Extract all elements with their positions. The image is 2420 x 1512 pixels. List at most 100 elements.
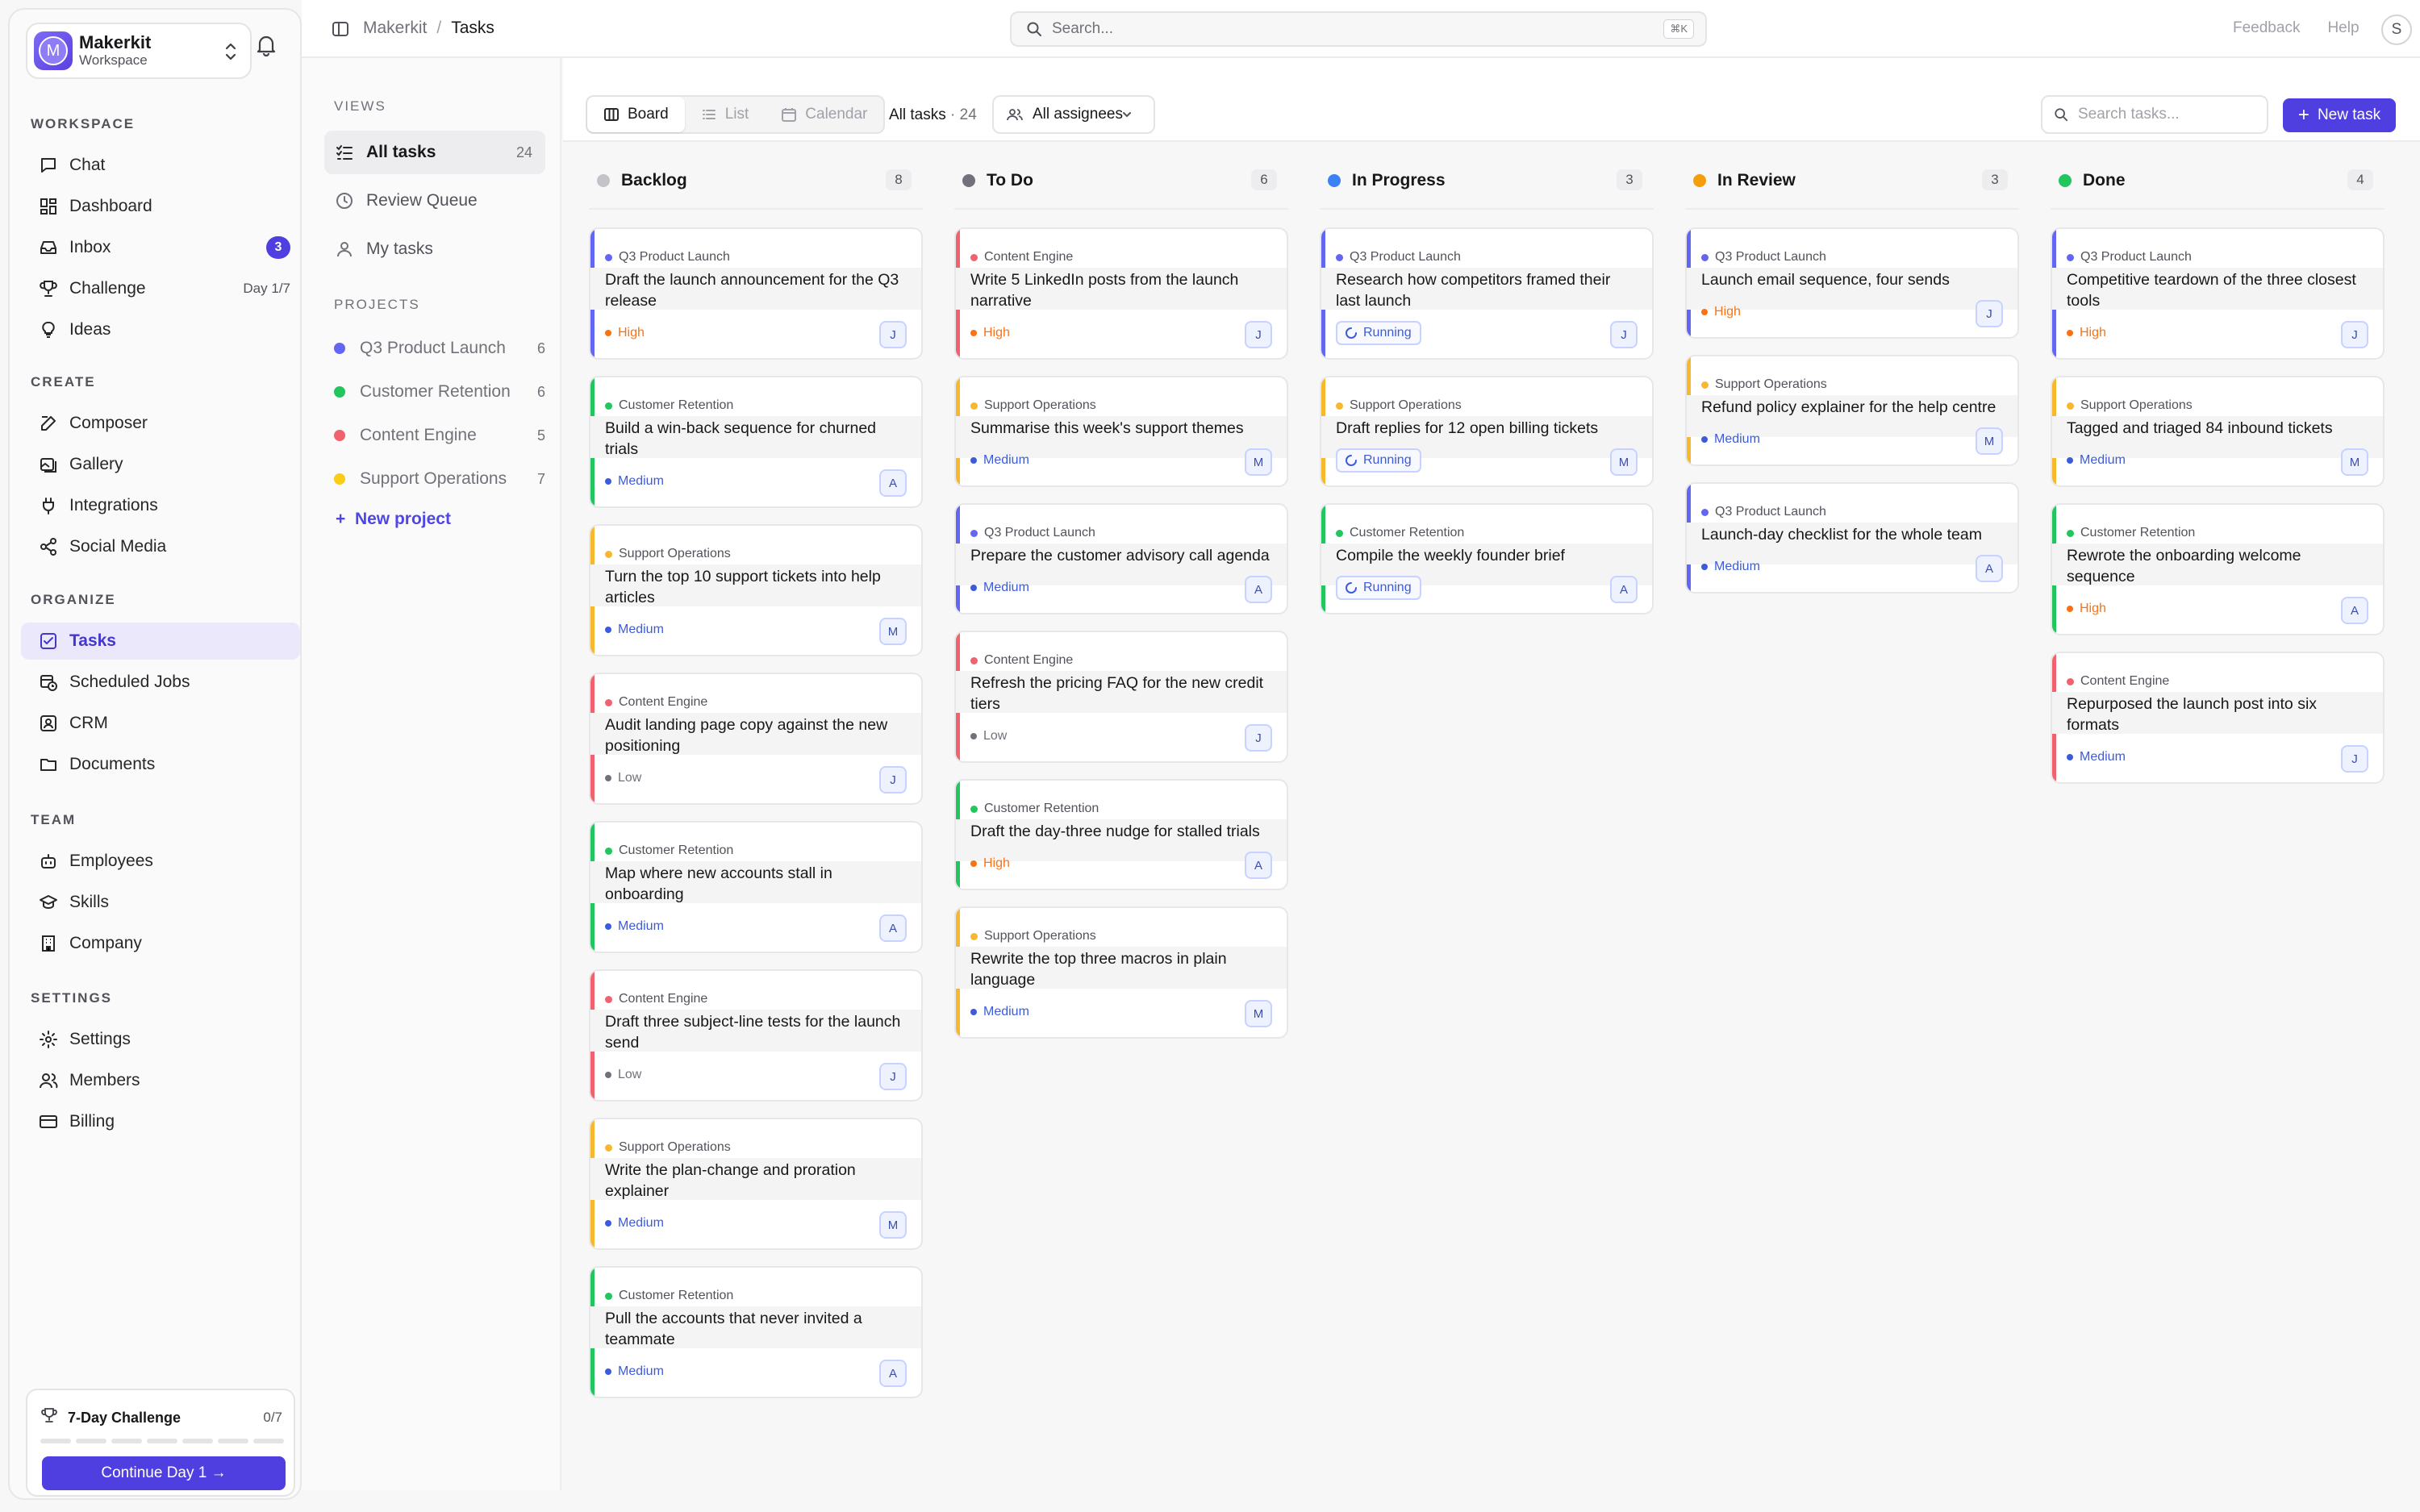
task-search-input[interactable]: Search tasks...	[2041, 95, 2268, 134]
continue-challenge-button[interactable]: Continue Day 1 →	[42, 1456, 286, 1490]
assignee-avatar[interactable]: J	[879, 321, 907, 348]
assignee-filter[interactable]: All assignees	[992, 95, 1155, 134]
task-card[interactable]: Customer Retention Map where new account…	[589, 821, 923, 953]
task-card[interactable]: Support Operations Turn the top 10 suppo…	[589, 524, 923, 656]
column-header: Done 4	[2051, 153, 2385, 210]
bell-icon[interactable]	[256, 34, 277, 56]
view-my-tasks[interactable]: My tasks	[324, 227, 545, 271]
task-card[interactable]: Customer Retention Rewrote the onboardin…	[2051, 503, 2385, 635]
task-card[interactable]: Content Engine Write 5 LinkedIn posts fr…	[954, 227, 1288, 360]
assignee-avatar[interactable]: A	[879, 914, 907, 942]
nav-section-title: TEAM	[31, 812, 77, 827]
assignee-avatar[interactable]: A	[879, 1360, 907, 1387]
gallery-icon	[40, 458, 56, 473]
view-review-queue[interactable]: Review Queue	[324, 179, 545, 223]
task-card[interactable]: Content Engine Refresh the pricing FAQ f…	[954, 631, 1288, 763]
task-card[interactable]: Support Operations Summarise this week's…	[954, 376, 1288, 487]
project-item[interactable]: Q3 Product Launch 6	[334, 332, 545, 364]
assignee-avatar[interactable]: A	[1245, 576, 1272, 603]
task-card[interactable]: Q3 Product Launch Prepare the customer a…	[954, 503, 1288, 614]
sidebar-item-gallery[interactable]: Gallery	[21, 446, 300, 483]
sidebar-item-employees[interactable]: Employees	[21, 843, 300, 880]
sidebar-item-members[interactable]: Members	[21, 1062, 300, 1099]
new-project-button[interactable]: + New project	[336, 510, 451, 529]
assignee-avatar[interactable]: J	[1610, 321, 1638, 348]
task-card[interactable]: Customer Retention Compile the weekly fo…	[1320, 503, 1654, 614]
sidebar-toggle-icon[interactable]	[331, 19, 350, 39]
task-card[interactable]: Support Operations Write the plan-change…	[589, 1118, 923, 1250]
task-card[interactable]: Customer Retention Build a win-back sequ…	[589, 376, 923, 508]
assignee-avatar[interactable]: A	[879, 469, 907, 497]
assignee-avatar[interactable]: M	[879, 1211, 907, 1239]
task-card[interactable]: Q3 Product Launch Competitive teardown o…	[2051, 227, 2385, 360]
help-link[interactable]: Help	[2327, 19, 2359, 36]
task-card[interactable]: Q3 Product Launch Launch email sequence,…	[1685, 227, 2019, 339]
assignee-avatar[interactable]: J	[879, 1063, 907, 1090]
status-label: Running	[1363, 581, 1412, 594]
sidebar-item-company[interactable]: Company	[21, 925, 300, 962]
sidebar-item-inbox[interactable]: Inbox 3	[21, 229, 300, 266]
breadcrumb-root[interactable]: Makerkit	[363, 19, 427, 37]
assignee-avatar[interactable]: M	[2341, 448, 2368, 476]
assignee-avatar[interactable]: J	[2341, 321, 2368, 348]
card-title: Draft three subject-line tests for the l…	[605, 1013, 901, 1052]
project-item[interactable]: Customer Retention 6	[334, 376, 545, 408]
sidebar-item-composer[interactable]: Composer	[21, 405, 300, 442]
task-card[interactable]: Q3 Product Launch Draft the launch annou…	[589, 227, 923, 360]
task-card[interactable]: Support Operations Refund policy explain…	[1685, 355, 2019, 466]
assignee-avatar[interactable]: A	[1610, 576, 1638, 603]
task-card[interactable]: Content Engine Repurposed the launch pos…	[2051, 652, 2385, 784]
sidebar-item-skills[interactable]: Skills	[21, 884, 300, 921]
sidebar-item-scheduled-jobs[interactable]: Scheduled Jobs	[21, 664, 300, 701]
sidebar-item-chat[interactable]: Chat	[21, 147, 300, 184]
sidebar-item-tasks[interactable]: Tasks	[21, 623, 300, 660]
column-done: Done 4 Q3 Product Launch Competitive tea…	[2051, 153, 2385, 1492]
task-card[interactable]: Content Engine Audit landing page copy a…	[589, 673, 923, 805]
task-card[interactable]: Support Operations Rewrite the top three…	[954, 906, 1288, 1039]
board-view-button[interactable]: Board	[587, 97, 685, 132]
assignee-avatar[interactable]: J	[1976, 300, 2003, 327]
card-project-label: Customer Retention	[619, 398, 734, 412]
task-card[interactable]: Support Operations Draft replies for 12 …	[1320, 376, 1654, 487]
list-view-button[interactable]: List	[685, 97, 766, 132]
assignee-avatar[interactable]: M	[1976, 427, 2003, 455]
card-project: Customer Retention	[605, 398, 921, 413]
sidebar-item-challenge[interactable]: Challenge Day 1/7	[21, 270, 300, 307]
feedback-link[interactable]: Feedback	[2233, 19, 2300, 36]
assignee-avatar[interactable]: A	[1245, 852, 1272, 879]
calendar-view-button[interactable]: Calendar	[765, 97, 883, 132]
assignee-avatar[interactable]: A	[2341, 597, 2368, 624]
assignee-avatar[interactable]: J	[1245, 321, 1272, 348]
new-task-button[interactable]: + New task	[2283, 98, 2396, 132]
global-search-input[interactable]: Search... ⌘K	[1010, 11, 1707, 47]
project-item[interactable]: Support Operations 7	[334, 463, 545, 495]
column-backlog: Backlog 8 Q3 Product Launch Draft the la…	[589, 153, 923, 1492]
task-card[interactable]: Customer Retention Pull the accounts tha…	[589, 1266, 923, 1398]
task-card[interactable]: Support Operations Tagged and triaged 84…	[2051, 376, 2385, 487]
column-header: In Progress 3	[1320, 153, 1654, 210]
user-avatar[interactable]: S	[2381, 15, 2412, 45]
workspace-switcher[interactable]: M Makerkit Workspace	[26, 23, 252, 79]
assignee-avatar[interactable]: M	[1610, 448, 1638, 476]
assignee-avatar[interactable]: J	[2341, 745, 2368, 773]
task-card[interactable]: Q3 Product Launch Research how competito…	[1320, 227, 1654, 360]
sidebar-item-ideas[interactable]: Ideas	[21, 311, 300, 348]
assignee-avatar[interactable]: M	[1245, 1000, 1272, 1027]
sidebar-item-social-media[interactable]: Social Media	[21, 528, 300, 565]
sidebar-item-integrations[interactable]: Integrations	[21, 487, 300, 524]
project-item[interactable]: Content Engine 5	[334, 419, 545, 452]
task-card[interactable]: Content Engine Draft three subject-line …	[589, 969, 923, 1102]
view-all-tasks[interactable]: All tasks 24	[324, 131, 545, 174]
sidebar-item-crm[interactable]: CRM	[21, 705, 300, 742]
assignee-avatar[interactable]: J	[1245, 724, 1272, 752]
assignee-avatar[interactable]: M	[1245, 448, 1272, 476]
assignee-avatar[interactable]: M	[879, 618, 907, 645]
assignee-avatar[interactable]: J	[879, 766, 907, 793]
sidebar-item-dashboard[interactable]: Dashboard	[21, 188, 300, 225]
sidebar-item-billing[interactable]: Billing	[21, 1103, 300, 1140]
sidebar-item-settings[interactable]: Settings	[21, 1021, 300, 1058]
sidebar-item-documents[interactable]: Documents	[21, 746, 300, 783]
task-card[interactable]: Customer Retention Draft the day-three n…	[954, 779, 1288, 890]
task-card[interactable]: Q3 Product Launch Launch-day checklist f…	[1685, 482, 2019, 594]
assignee-avatar[interactable]: A	[1976, 555, 2003, 582]
